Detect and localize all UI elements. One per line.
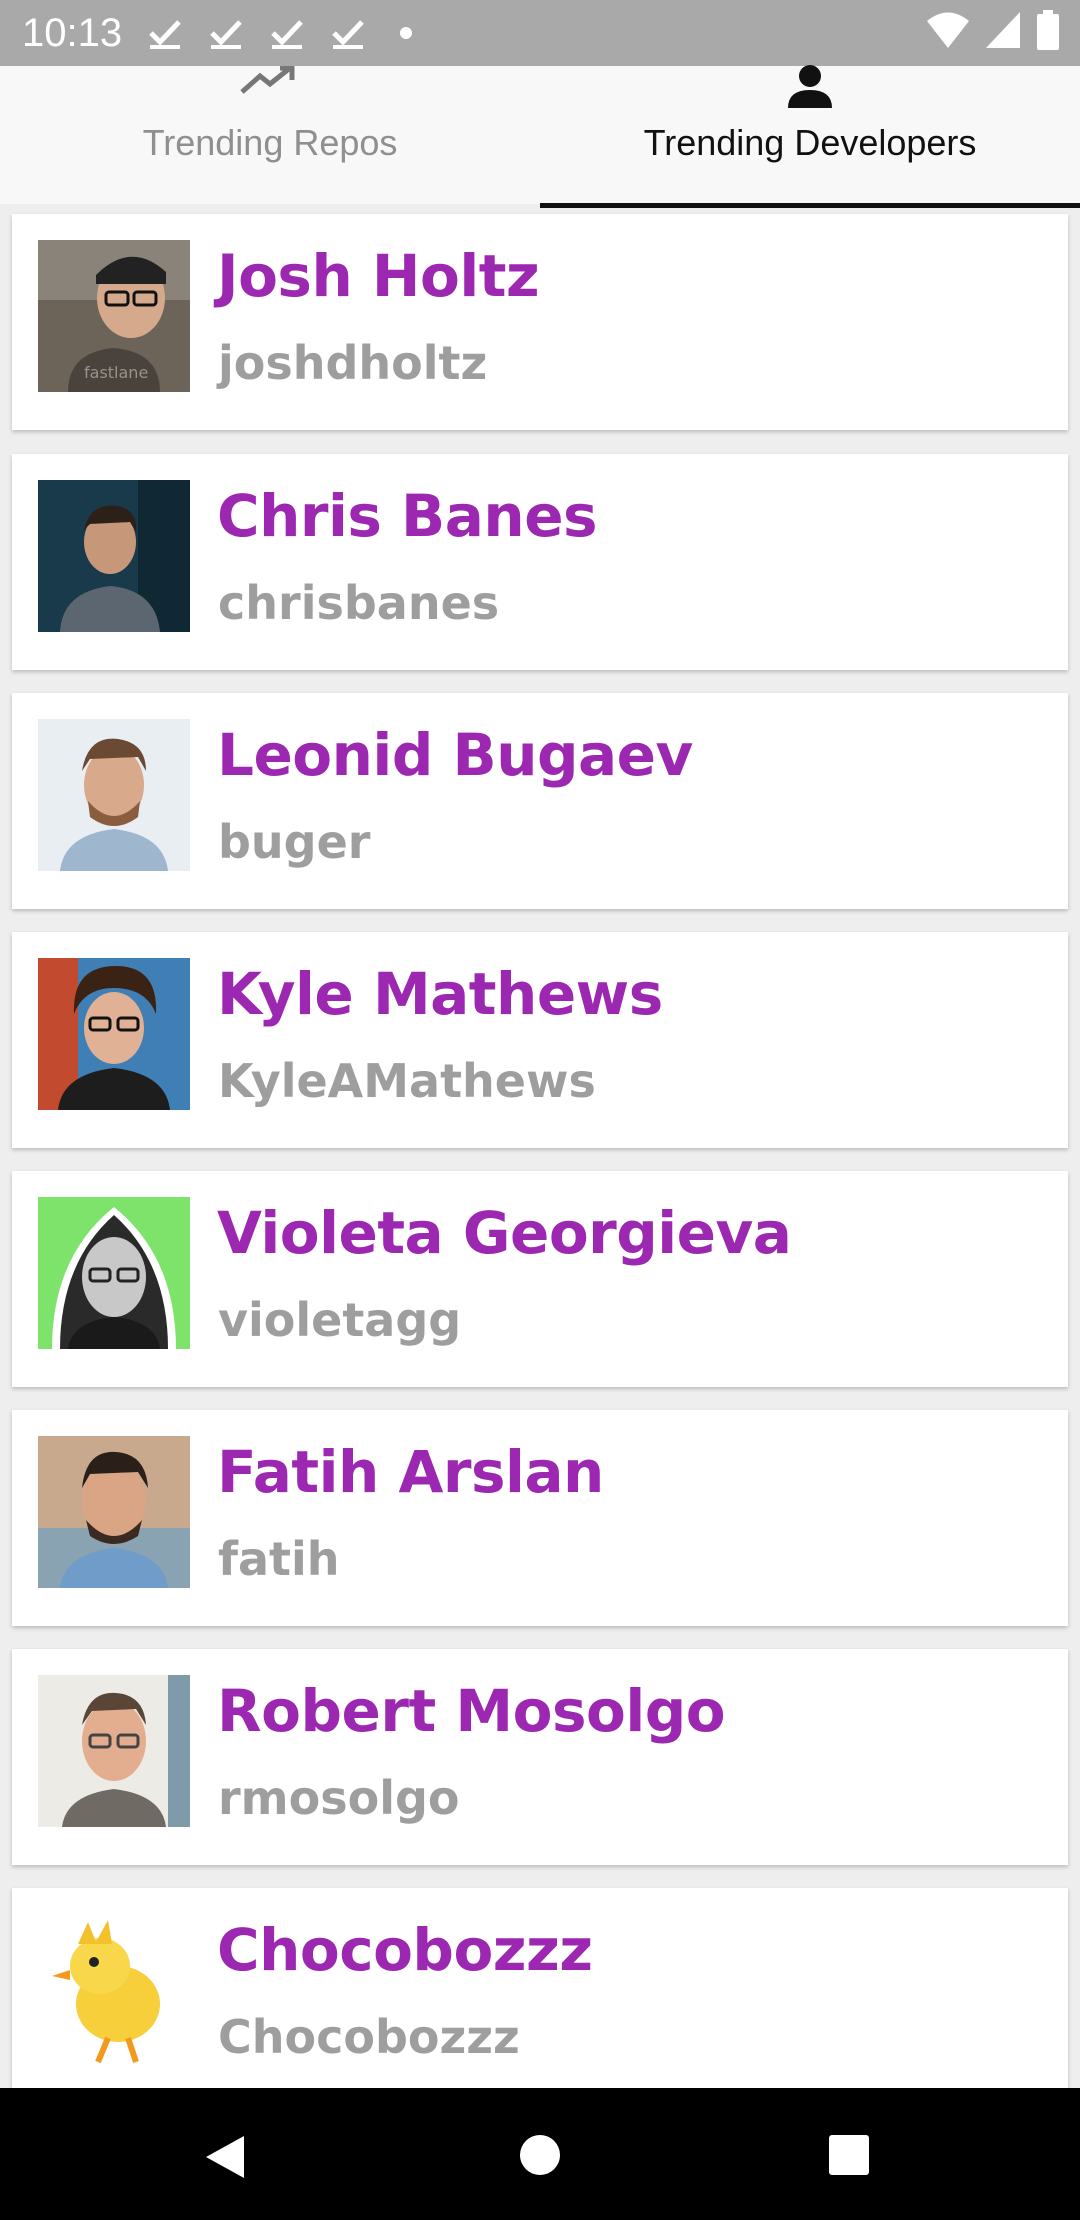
developer-username: violetagg [218, 1293, 462, 1347]
status-time: 10:13 [22, 10, 123, 55]
developer-username: buger [218, 815, 371, 869]
check-icon [209, 16, 243, 50]
status-bar: 10:13 [0, 0, 1080, 66]
svg-text:fastlane: fastlane [84, 363, 148, 382]
back-icon[interactable] [204, 2134, 246, 2185]
check-icon [331, 16, 365, 50]
avatar [38, 1197, 190, 1349]
developer-name: Fatih Arslan [217, 1438, 604, 1506]
developer-username: Chocobozzz [218, 2010, 520, 2064]
developer-username: joshdholtz [218, 336, 488, 390]
developer-username: KyleAMathews [218, 1054, 596, 1108]
list-item-developer[interactable]: Leonid Bugaev buger [12, 693, 1068, 909]
tab-trending-repos[interactable]: Trending Repos [0, 65, 540, 204]
signal-icon [984, 10, 1022, 55]
list-item-developer[interactable]: fastlane Josh Holtz joshdholtz [12, 214, 1068, 430]
home-icon[interactable] [519, 2134, 561, 2181]
developer-username: rmosolgo [218, 1771, 460, 1825]
developer-name: Kyle Mathews [217, 960, 663, 1028]
more-notifications-dot [400, 27, 413, 39]
developer-name: Robert Mosolgo [217, 1677, 726, 1745]
battery-icon [1036, 10, 1060, 55]
list-item-developer[interactable]: Chris Banes chrisbanes [12, 454, 1068, 670]
avatar [38, 1914, 190, 2066]
status-icons [926, 10, 1060, 55]
developer-username: fatih [218, 1532, 340, 1586]
recents-icon[interactable] [828, 2134, 870, 2181]
developer-name: Chocobozzz [217, 1916, 593, 1984]
wifi-icon [926, 10, 970, 55]
developer-name: Josh Holtz [217, 242, 540, 310]
list-item-developer[interactable]: Chocobozzz Chocobozzz [12, 1888, 1068, 2088]
list-item-developer[interactable]: Kyle Mathews KyleAMathews [12, 932, 1068, 1148]
tab-trending-developers[interactable]: Trending Developers [540, 65, 1080, 208]
developer-list[interactable]: fastlane Josh Holtz joshdholtz Chris Ban… [0, 204, 1080, 2088]
avatar [38, 1675, 190, 1827]
avatar [38, 719, 190, 871]
trending-up-icon [240, 65, 300, 101]
avatar [38, 480, 190, 632]
developer-name: Violeta Georgieva [217, 1199, 792, 1267]
check-icon [148, 16, 182, 50]
list-item-developer[interactable]: Robert Mosolgo rmosolgo [12, 1649, 1068, 1865]
screen: 10:13 Trending Repos Trending Developers… [0, 0, 1080, 2220]
tab-bar: Trending Repos Trending Developers [0, 65, 1080, 208]
list-item-developer[interactable]: Violeta Georgieva violetagg [12, 1171, 1068, 1387]
avatar [38, 1436, 190, 1588]
tab-label: Trending Developers [643, 122, 977, 163]
developer-name: Chris Banes [217, 482, 598, 550]
avatar [38, 958, 190, 1110]
developer-username: chrisbanes [218, 576, 500, 630]
list-item-developer[interactable]: Fatih Arslan fatih [12, 1410, 1068, 1626]
navigation-bar [0, 2088, 1080, 2220]
developer-name: Leonid Bugaev [217, 721, 693, 789]
tab-label: Trending Repos [142, 122, 398, 163]
check-icon [270, 16, 304, 50]
person-icon [784, 65, 836, 115]
avatar: fastlane [38, 240, 190, 392]
